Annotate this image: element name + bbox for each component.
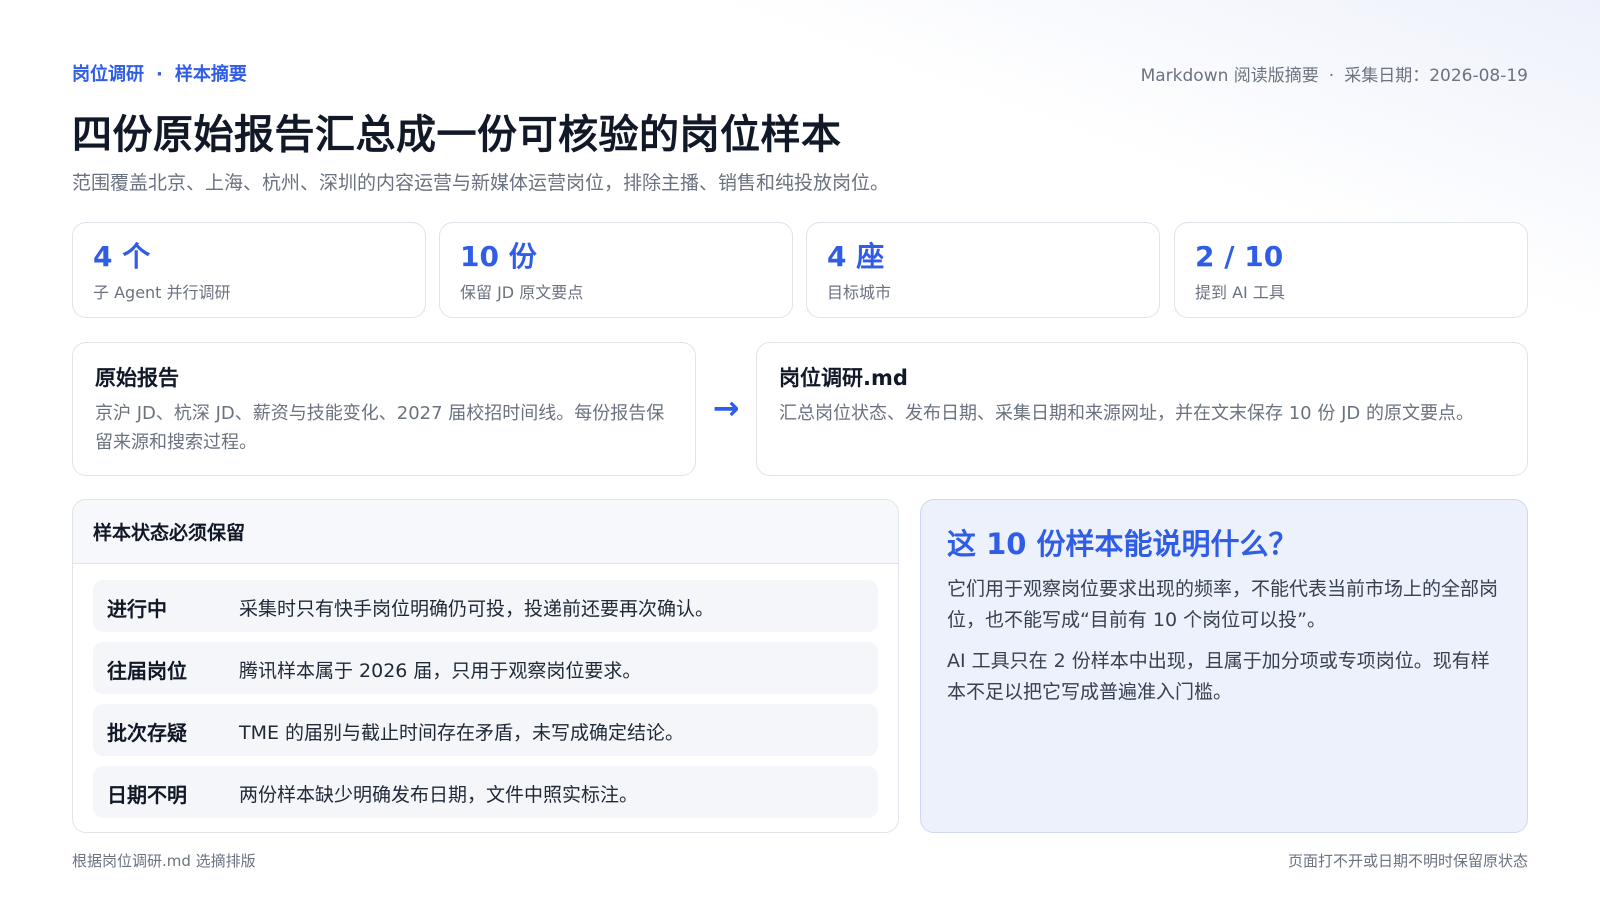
status-value: 腾讯样本属于 2026 届，只用于观察岗位要求。: [239, 660, 642, 682]
stat-value: 4 座: [827, 240, 885, 273]
status-key: 批次存疑: [107, 721, 187, 745]
sample-status-card: 样本状态必须保留 进行中 采集时只有快手岗位明确仍可投，投递前还要再次确认。 往…: [72, 499, 899, 833]
stat-value: 2 / 10: [1195, 240, 1284, 273]
output-file-title: 岗位调研.md: [779, 366, 908, 390]
stat-value: 4 个: [93, 240, 151, 273]
explanation-title: 这 10 份样本能说明什么？: [947, 527, 1298, 561]
status-key: 日期不明: [107, 783, 187, 807]
status-row: 日期不明 两份样本缺少明确发布日期，文件中照实标注。: [93, 766, 878, 818]
footer-source-note: 根据岗位调研.md 选摘排版: [72, 852, 256, 870]
stat-label: 目标城市: [827, 283, 892, 302]
arrow-right-icon: →: [712, 389, 740, 427]
source-reports-card: 原始报告 京沪 JD、杭深 JD、薪资与技能变化、2027 届校招时间线。每份报…: [72, 342, 696, 476]
eyebrow-section: 样本摘要: [174, 64, 247, 85]
output-file-desc: 汇总岗位状态、发布日期、采集日期和来源网址，并在文末保存 10 份 JD 的原文…: [779, 403, 1474, 424]
page-title: 四份原始报告汇总成一份可核验的岗位样本: [72, 112, 842, 158]
meta-date: 采集日期：2026-08-19: [1344, 66, 1528, 86]
eyebrow-category: 岗位调研: [72, 64, 144, 85]
explanation-paragraph: AI 工具只在 2 份样本中出现，且属于加分项或专项岗位。现有样本不足以把它写成…: [947, 650, 1490, 703]
status-value: 采集时只有快手岗位明确仍可投，投递前还要再次确认。: [239, 598, 715, 620]
meta-info: Markdown 阅读版摘要 · 采集日期：2026-08-19: [1141, 61, 1528, 86]
stat-card-cities: 4 座 目标城市: [806, 222, 1160, 318]
flow-row: 原始报告 京沪 JD、杭深 JD、薪资与技能变化、2027 届校招时间线。每份报…: [72, 342, 1528, 476]
stat-label: 提到 AI 工具: [1195, 283, 1285, 302]
stat-label: 保留 JD 原文要点: [460, 283, 584, 302]
stat-card-agents: 4 个 子 Agent 并行调研: [72, 222, 426, 318]
eyebrow-separator: ·: [156, 64, 163, 85]
status-key: 进行中: [107, 597, 167, 621]
status-row: 往届岗位 腾讯样本属于 2026 届，只用于观察岗位要求。: [93, 642, 878, 694]
sample-status-list: 进行中 采集时只有快手岗位明确仍可投，投递前还要再次确认。 往届岗位 腾讯样本属…: [73, 564, 898, 818]
page: 岗位调研 · 样本摘要 Markdown 阅读版摘要 · 采集日期：2026-08-19…: [72, 0, 1528, 900]
stat-label: 子 Agent 并行调研: [93, 283, 231, 302]
source-reports-title: 原始报告: [95, 366, 179, 390]
status-row: 批次存疑 TME 的届别与截止时间存在矛盾，未写成确定结论。: [93, 704, 878, 756]
page-subtitle: 范围覆盖北京、上海、杭州、深圳的内容运营与新媒体运营岗位，排除主播、销售和纯投放…: [72, 172, 890, 194]
source-reports-desc: 京沪 JD、杭深 JD、薪资与技能变化、2027 届校招时间线。每份报告保留来源…: [95, 403, 665, 453]
sample-status-title: 样本状态必须保留: [73, 500, 898, 564]
stat-card-jd: 10 份 保留 JD 原文要点: [439, 222, 793, 318]
output-file-card: 岗位调研.md 汇总岗位状态、发布日期、采集日期和来源网址，并在文末保存 10 …: [756, 342, 1528, 476]
stat-value: 10 份: [460, 240, 537, 273]
status-value: TME 的届别与截止时间存在矛盾，未写成确定结论。: [239, 722, 685, 744]
explanation-card: 这 10 份样本能说明什么？ 它们用于观察岗位要求出现的频率，不能代表当前市场上…: [920, 499, 1528, 833]
status-key: 往届岗位: [107, 659, 187, 683]
status-row: 进行中 采集时只有快手岗位明确仍可投，投递前还要再次确认。: [93, 580, 878, 632]
stat-card-ai-tools: 2 / 10 提到 AI 工具: [1174, 222, 1528, 318]
meta-format: Markdown 阅读版摘要: [1140, 66, 1319, 86]
explanation-paragraph: 它们用于观察岗位要求出现的频率，不能代表当前市场上的全部岗位，也不能写成“目前有…: [947, 578, 1499, 631]
stats-row: 4 个 子 Agent 并行调研 10 份 保留 JD 原文要点 4 座 目标城…: [72, 222, 1528, 318]
status-value: 两份样本缺少明确发布日期，文件中照实标注。: [239, 784, 639, 806]
footer-status-note: 页面打不开或日期不明时保留原状态: [1287, 852, 1528, 870]
eyebrow: 岗位调研 · 样本摘要: [72, 60, 247, 86]
meta-separator: ·: [1328, 66, 1335, 86]
top-line: 岗位调研 · 样本摘要 Markdown 阅读版摘要 · 采集日期：2026-08-19: [72, 60, 1528, 86]
